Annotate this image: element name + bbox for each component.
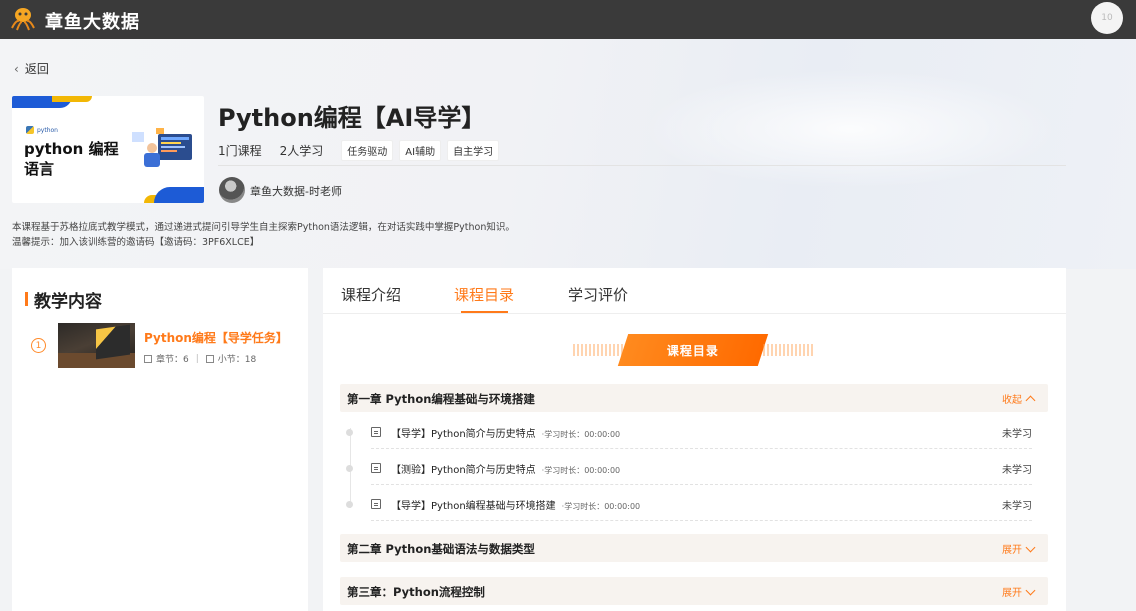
course-thumbnail[interactable] [58,323,135,368]
course-description-block: 本课程基于苏格拉底式教学模式，通过递进式提问引导学生自主探索Python语法逻辑… [12,220,515,250]
catalog-banner-text: 课程目录 [666,343,719,358]
python-logo-icon [26,126,34,134]
chevron-down-icon [1025,542,1036,553]
chapter-toggle-label: 展开 [1002,588,1022,599]
catalog-banner: 课程目录 [573,332,813,368]
course-description: 本课程基于苏格拉底式教学模式，通过递进式提问引导学生自主探索Python语法逻辑… [12,222,515,233]
tab-catalog[interactable]: 课程目录 [454,284,514,305]
teacher-avatar [219,177,245,203]
lesson-divider [371,448,1032,449]
lesson-status: 未学习 [1002,429,1032,440]
course-title: Python编程【AI导学】 [218,104,486,132]
tab-intro[interactable]: 课程介绍 [341,284,401,305]
section-accent-bar [25,292,28,306]
chapter-toggle[interactable]: 展开 [1002,584,1036,599]
lesson-title: 【导学】Python简介与历史特点 ·学习时长：00:00:00 [391,429,621,440]
chapter-toggle-label: 展开 [1002,545,1022,556]
lesson-title: 【导学】Python编程基础与环境搭建 ·学习时长：00:00:00 [391,501,641,512]
lesson-status: 未学习 [1002,501,1032,512]
course-meta: 1门课程 2人学习 任务驱动 AI辅助 自主学习 [218,140,505,161]
chapter-title: 第一章 Python编程基础与环境搭建 [347,392,535,406]
section-icon [205,354,214,363]
item-index: 1 [31,338,46,353]
chevron-left-icon: ‹ [14,61,19,76]
chapter-count: 章节：6 [156,355,189,365]
chapter-toggle[interactable]: 展开 [1002,541,1036,556]
lesson-duration: ·学习时长：00:00:00 [541,430,621,439]
tab-evaluation[interactable]: 学习评价 [568,284,628,305]
header-divider [218,165,1066,166]
teacher-name: 章鱼大数据-时老师 [250,185,342,198]
lesson-title: 【测验】Python简介与历史特点 ·学习时长：00:00:00 [391,465,621,476]
lesson-row[interactable]: 【导学】Python编程基础与环境搭建 ·学习时长：00:00:00 未学习 [346,490,1032,526]
stats-separator: | [195,353,199,364]
course-tag: 任务驱动 [341,140,394,161]
back-link[interactable]: ‹ 返回 [14,60,49,77]
timeline-dot [346,465,353,472]
lesson-duration: ·学习时长：00:00:00 [561,502,641,511]
back-label: 返回 [24,62,49,76]
document-icon [371,499,381,509]
cover-decoration [154,187,204,203]
chapter-icon [144,354,152,363]
thumbnail-laptop [96,324,130,360]
banner-decoration [763,344,813,356]
course-item-link[interactable]: Python编程【导学任务】 [144,329,288,346]
course-cover: python python 编程 语言 [12,96,204,203]
panel-title: 教学内容 [34,292,102,312]
lesson-row[interactable]: 【导学】Python简介与历史特点 ·学习时长：00:00:00 未学习 [346,418,1032,454]
timeline-dot [346,501,353,508]
lesson-divider [371,520,1032,521]
lesson-row[interactable]: 【测验】Python简介与历史特点 ·学习时长：00:00:00 未学习 [346,454,1032,490]
cover-title-line2: 语言 [24,160,55,178]
lesson-divider [371,484,1032,485]
chapter-toggle[interactable]: 收起 [1002,391,1036,406]
user-avatar[interactable]: 10 [1091,2,1123,34]
course-detail-panel: 课程介绍 课程目录 学习评价 课程目录 第一章 Python编程基础与环境搭建 … [323,268,1066,611]
chevron-up-icon [1025,395,1036,406]
cover-python-label: python [26,126,58,134]
chapter-title: 第二章 Python基础语法与数据类型 [347,542,535,556]
section-count: 小节：18 [217,355,257,365]
chapter-header[interactable]: 第三章：Python流程控制 展开 [340,577,1048,605]
chapter-title: 第三章：Python流程控制 [347,585,485,599]
teaching-content-panel: 教学内容 1 Python编程【导学任务】 章节：6 | 小节：18 [12,268,308,611]
octopus-logo-icon[interactable] [8,6,38,32]
catalog-banner-ribbon: 课程目录 [617,334,769,366]
active-tab-indicator [461,311,508,313]
lesson-status: 未学习 [1002,465,1032,476]
invite-tip: 温馨提示：加入该训练营的邀请码【邀请码：3PF6XLCE】 [12,237,260,248]
document-icon [371,427,381,437]
course-item-stats: 章节：6 | 小节：18 [144,352,256,365]
brand-name[interactable]: 章鱼大数据 [45,8,140,34]
quiz-icon [371,463,381,473]
course-tag: AI辅助 [399,140,442,161]
lesson-duration: ·学习时长：00:00:00 [541,466,621,475]
course-count: 1门课程 [218,144,262,158]
cover-title-line1: python 编程 [24,140,119,158]
cover-decoration [52,96,92,102]
chapter-header[interactable]: 第一章 Python编程基础与环境搭建 收起 [340,384,1048,412]
cover-illustration-icon [132,128,192,167]
chevron-down-icon [1025,585,1036,596]
tab-bar: 课程介绍 课程目录 学习评价 [323,268,1066,314]
timeline-dot [346,429,353,436]
chapter-header[interactable]: 第二章 Python基础语法与数据类型 展开 [340,534,1048,562]
learner-count: 2人学习 [279,144,324,158]
course-tag: 自主学习 [447,140,500,161]
banner-decoration [573,344,623,356]
top-bar: 章鱼大数据 10 [0,0,1136,39]
chapter-toggle-label: 收起 [1002,395,1022,406]
